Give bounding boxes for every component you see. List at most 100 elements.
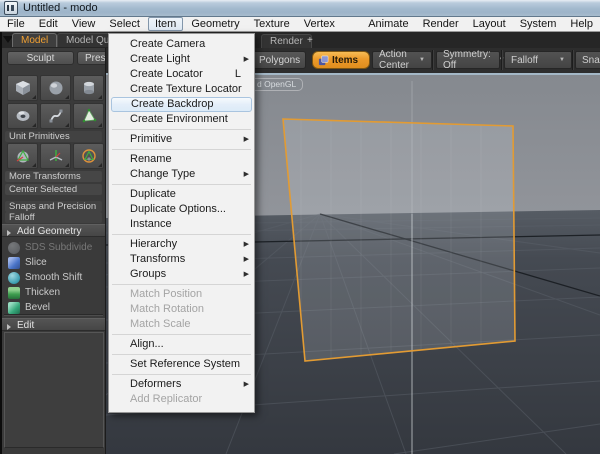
action-center-dropdown[interactable]: Action Center ▼ [372,51,432,69]
snapping-label: Snapping [582,55,600,66]
snaps-and-precision-label[interactable]: Snaps and Precision [5,201,102,212]
cylinder-icon [80,80,98,96]
menu-separator [112,374,251,375]
unit-primitives-label: Unit Primitives [5,131,102,142]
menu-bar: File Edit View Select Item Geometry Text… [0,17,600,32]
sculpt-button[interactable]: Sculpt [7,51,74,65]
bevel-label: Bevel [25,302,50,313]
menu-separator [112,334,251,335]
menu-item-transforms[interactable]: Transforms▶ [109,252,254,267]
symmetry-label: Symmetry: Off [443,49,491,71]
toolbar-divider [432,50,434,70]
presets-button[interactable]: Presets [77,51,106,65]
menu-item-groups[interactable]: Groups▶ [109,267,254,282]
menu-item-create-locator[interactable]: Create LocatorL [109,67,254,82]
cone-tool-button[interactable] [73,103,104,129]
slice-label: Slice [25,257,47,268]
viewport-mode-label[interactable]: d OpenGL [250,78,303,91]
menubar-item-file[interactable]: File [0,17,32,31]
backdrop-plane[interactable] [283,119,515,361]
items-icon [318,55,329,66]
menubar-item-item[interactable]: Item [148,17,183,31]
menu-item-align[interactable]: Align... [109,337,254,352]
submenu-arrow-icon: ▶ [244,52,249,67]
cube-tool-button[interactable] [7,75,38,101]
menu-item-create-camera[interactable]: Create Camera [109,37,254,52]
menu-item-primitive[interactable]: Primitive▶ [109,132,254,147]
thicken-icon [8,287,20,299]
menubar-item-help[interactable]: Help [563,17,600,31]
more-transforms-label[interactable]: More Transforms [5,171,102,182]
sphere-tool-button[interactable] [40,75,71,101]
cylinder-tool-button[interactable] [73,75,104,101]
menu-item-create-texture-locator[interactable]: Create Texture Locator [109,82,254,97]
tab-model[interactable]: Model [12,33,57,47]
menubar-item-render[interactable]: Render [416,17,466,31]
cone-icon [80,108,98,124]
menu-item-rename[interactable]: Rename [109,152,254,167]
menubar-item-select[interactable]: Select [102,17,147,31]
menu-item-match-scale: Match Scale [109,317,254,332]
falloff-sidebar-label[interactable]: Falloff [5,212,102,223]
toolbar-divider [501,50,503,70]
menu-separator [112,184,251,185]
snapping-dropdown[interactable]: Snapping [575,51,600,69]
submenu-arrow-icon: ▶ [244,267,249,282]
sds-subdivide-label: SDS Subdivide [25,242,92,253]
menubar-item-geometry[interactable]: Geometry [184,17,246,31]
menu-item-set-reference-system[interactable]: Set Reference System [109,357,254,372]
menubar-item-layout[interactable]: Layout [466,17,513,31]
menu-separator [112,234,251,235]
unit-primitive-button-2[interactable] [40,143,71,169]
add-geometry-header[interactable]: Add Geometry [2,224,105,237]
symmetry-dropdown[interactable]: Symmetry: Off ▼ [436,51,500,69]
menubar-item-animate[interactable]: Animate [361,17,415,31]
tool-sidebar: Sculpt Presets [2,48,106,454]
falloff-dropdown[interactable]: Falloff ▼ [504,51,572,69]
menu-item-hierarchy[interactable]: Hierarchy▶ [109,237,254,252]
unit-sphere-axis-icon [14,148,32,164]
polygons-mode-button[interactable]: Polygons [250,51,306,69]
window-title: Untitled - modo [23,2,98,14]
unit-axis-icon [47,148,65,164]
unit-primitive-button-1[interactable] [7,143,38,169]
shortcut-key: L [235,67,254,82]
items-mode-button[interactable]: Items [312,51,370,69]
tool-thicken[interactable]: Thicken [2,285,105,300]
tool-sds-subdivide[interactable]: SDS Subdivide [2,240,105,255]
add-tab-button[interactable]: + [303,34,317,47]
menubar-item-system[interactable]: System [513,17,564,31]
app-icon [4,1,18,15]
tool-bevel[interactable]: Bevel [2,300,105,315]
curve-tool-button[interactable] [40,103,71,129]
unit-primitive-button-3[interactable] [73,143,104,169]
menubar-item-vertex-map[interactable]: Vertex Map [297,17,362,31]
menubar-item-view[interactable]: View [65,17,103,31]
menu-item-create-light[interactable]: Create Light▶ [109,52,254,67]
menu-separator [112,129,251,130]
menu-item-duplicate[interactable]: Duplicate [109,187,254,202]
center-selected-label[interactable]: Center Selected [5,184,102,195]
submenu-arrow-icon: ▶ [244,237,249,252]
menu-item-create-environment[interactable]: Create Environment [109,112,254,127]
tool-smooth-shift[interactable]: Smooth Shift [2,270,105,285]
menu-item-match-position: Match Position [109,287,254,302]
torus-tool-button[interactable] [7,103,38,129]
menu-separator [112,354,251,355]
chevron-down-icon: ▼ [411,57,425,63]
sphere-icon [47,80,65,96]
menubar-item-edit[interactable]: Edit [32,17,65,31]
sidebar-empty-panel [4,332,104,448]
modo-window: Untitled - modo File Edit View Select It… [0,0,600,454]
menu-item-deformers[interactable]: Deformers▶ [109,377,254,392]
tool-slice[interactable]: Slice [2,255,105,270]
edit-header[interactable]: Edit [2,318,105,331]
menu-item-create-backdrop[interactable]: Create Backdrop [111,97,252,112]
sds-subdivide-icon [8,242,20,254]
menu-item-change-type[interactable]: Change Type▶ [109,167,254,182]
menubar-item-texture[interactable]: Texture [247,17,297,31]
title-bar[interactable]: Untitled - modo [0,0,600,17]
menu-item-duplicate-options[interactable]: Duplicate Options... [109,202,254,217]
menu-separator [112,149,251,150]
menu-item-instance[interactable]: Instance [109,217,254,232]
